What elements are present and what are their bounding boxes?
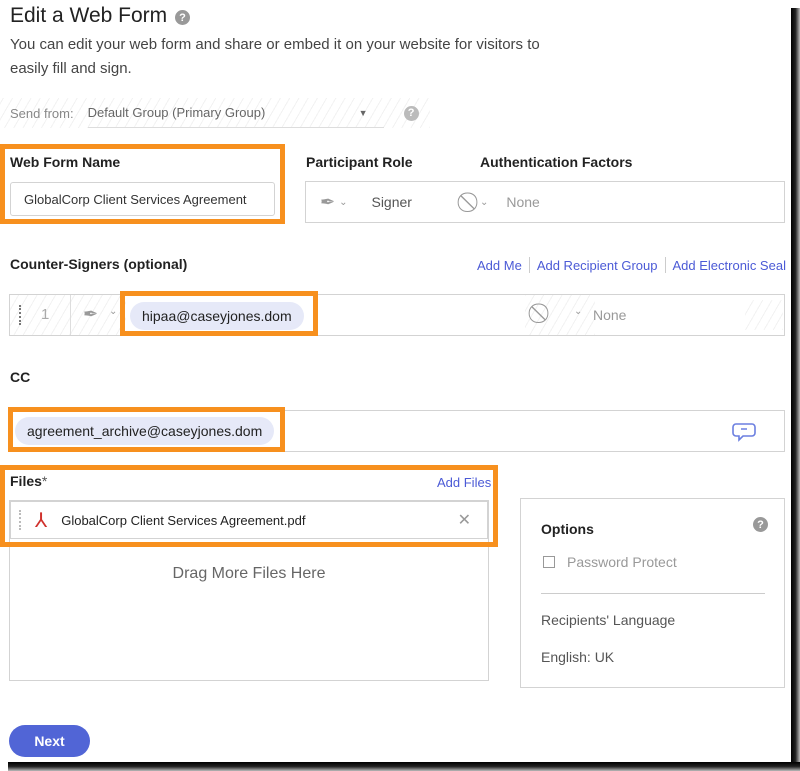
cc-label: CC <box>10 369 31 385</box>
web-form-name-value: GlobalCorp Client Services Agreement <box>24 191 247 207</box>
password-protect-label: Password Protect <box>567 554 677 570</box>
window-shadow-right <box>791 8 800 771</box>
divider <box>664 257 666 273</box>
auth-cell-bg <box>525 295 595 335</box>
participant-role-value[interactable]: Signer <box>371 194 411 210</box>
chevron-down-icon[interactable]: ⌄ <box>109 306 117 317</box>
recipients-language-value[interactable]: English: UK <box>541 649 614 665</box>
web-form-name-label: Web Form Name <box>10 154 121 170</box>
send-from-row: Send from: Default Group (Primary Group)… <box>0 98 430 128</box>
send-from-value: Default Group (Primary Group) <box>87 105 266 120</box>
auth-factors-label: Authentication Factors <box>480 154 633 170</box>
chevron-down-icon[interactable]: ⌄ <box>480 197 488 208</box>
add-recipient-group-link[interactable]: Add Recipient Group <box>537 258 658 273</box>
add-me-link[interactable]: Add Me <box>477 258 522 273</box>
chevron-down-icon[interactable]: ⌄ <box>574 306 582 317</box>
page-title-text: Edit a Web Form <box>10 4 168 27</box>
role-cell: ✒ ⌄ <box>71 295 126 335</box>
participant-role-label: Participant Role <box>306 154 413 170</box>
drop-hint: Drag More Files Here <box>172 565 326 582</box>
divider <box>541 593 765 594</box>
pdf-icon: ⅄ <box>35 508 48 532</box>
next-button[interactable]: Next <box>9 725 90 757</box>
recipients-language-label: Recipients' Language <box>541 612 676 628</box>
divider <box>528 257 530 273</box>
auth-value[interactable]: None <box>506 194 539 210</box>
pen-nib-icon[interactable]: ✒ <box>83 304 98 325</box>
file-name: GlobalCorp Client Services Agreement.pdf <box>61 512 306 528</box>
files-label-text: Files <box>10 473 42 489</box>
drag-handle-icon[interactable] <box>19 510 21 530</box>
remove-file-icon[interactable]: ✕ <box>458 510 471 530</box>
caret-down-icon: ▼ <box>358 107 368 118</box>
chevron-down-icon[interactable]: ⌄ <box>339 197 347 208</box>
cc-email: agreement_archive@caseyjones.dom <box>27 423 263 439</box>
files-label: Files* <box>10 473 47 489</box>
send-from-select[interactable]: Default Group (Primary Group) ▼ <box>87 99 384 128</box>
page-title: Edit a Web Form <box>10 4 167 28</box>
password-protect-option[interactable]: Password Protect <box>543 554 677 570</box>
web-form-name-input[interactable]: GlobalCorp Client Services Agreement <box>10 182 275 216</box>
password-protect-checkbox[interactable] <box>543 556 555 568</box>
drag-handle-icon[interactable] <box>19 305 21 325</box>
file-item[interactable]: ⅄ GlobalCorp Client Services Agreement.p… <box>10 501 488 539</box>
cc-email-pill[interactable]: agreement_archive@caseyjones.dom <box>15 417 275 445</box>
counter-signer-email-pill[interactable]: hipaa@caseyjones.dom <box>130 302 304 330</box>
participant-row: ✒ ⌄ Signer ⃠ ⌄ None <box>305 181 785 223</box>
window-shadow-bottom <box>8 762 800 771</box>
help-icon[interactable]: ? <box>403 105 419 121</box>
required-mark: * <box>41 473 48 489</box>
send-from-label: Send from: <box>10 105 74 121</box>
chat-bubble-icon[interactable] <box>732 421 756 448</box>
page-description: You can edit your web form and share or … <box>10 36 540 77</box>
add-files-link[interactable]: Add Files <box>437 475 491 490</box>
row-index-cell: 1 <box>10 295 71 335</box>
counter-signer-auth[interactable]: None <box>593 307 626 323</box>
options-panel: Options ? Password Protect Recipients' L… <box>520 498 785 688</box>
pen-nib-icon[interactable]: ✒ <box>320 192 335 213</box>
counter-signers-label: Counter-Signers (optional) <box>10 256 188 272</box>
options-title: Options <box>541 521 594 537</box>
extra-cell <box>745 300 783 330</box>
help-icon[interactable]: ? <box>175 10 190 25</box>
row-index: 1 <box>41 306 50 323</box>
counter-signer-email: hipaa@caseyjones.dom <box>142 308 292 324</box>
add-electronic-seal-link[interactable]: Add Electronic Seal <box>673 258 786 273</box>
help-icon[interactable]: ? <box>753 517 768 532</box>
counter-signer-links: Add Me Add Recipient Group Add Electroni… <box>477 257 786 273</box>
